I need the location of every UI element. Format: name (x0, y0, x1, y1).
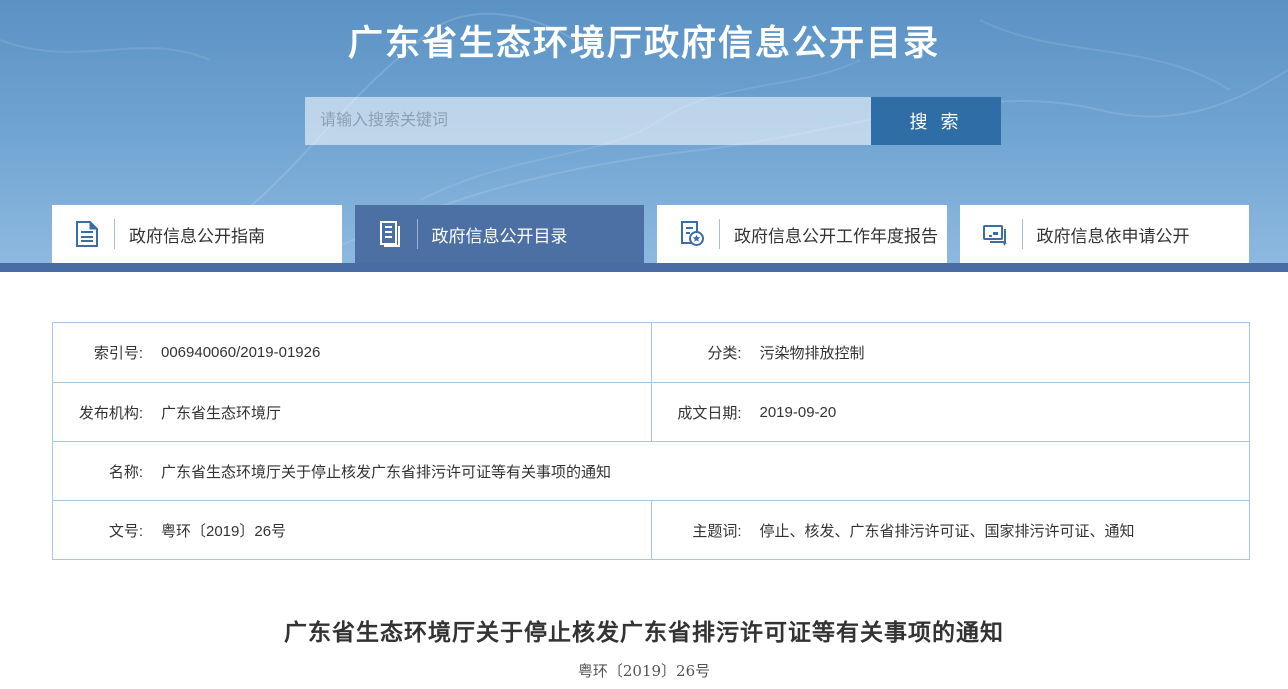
tab-label: 政府信息公开指南 (129, 222, 265, 247)
tab-separator (1022, 219, 1023, 249)
meta-cell-keywords: 主题词: 停止、核发、广东省排污许可证、国家排污许可证、通知 (651, 501, 1250, 559)
annual-report-icon (677, 219, 707, 249)
catalog-icon (375, 219, 405, 249)
meta-value: 广东省生态环境厅 (161, 402, 281, 423)
meta-label: 成文日期: (652, 402, 742, 423)
meta-value: 2019-09-20 (760, 404, 837, 421)
tab-separator (114, 219, 115, 249)
table-row: 发布机构: 广东省生态环境厅 成文日期: 2019-09-20 (53, 382, 1249, 441)
search-bar: 搜 索 (305, 97, 1001, 145)
meta-value: 006940060/2019-01926 (161, 344, 320, 361)
tab-label: 政府信息依申请公开 (1037, 222, 1190, 247)
meta-cell-document-number: 文号: 粤环〔2019〕26号 (53, 501, 651, 559)
meta-label: 分类: (652, 342, 742, 363)
meta-cell-issue-date: 成文日期: 2019-09-20 (651, 383, 1250, 441)
meta-cell-issuing-agency: 发布机构: 广东省生态环境厅 (53, 383, 651, 441)
meta-value: 停止、核发、广东省排污许可证、国家排污许可证、通知 (760, 520, 1135, 541)
document-icon (72, 219, 102, 249)
meta-label: 名称: (53, 461, 143, 482)
tab-separator (417, 219, 418, 249)
tab-annual-report[interactable]: 政府信息公开工作年度报告 (657, 205, 947, 263)
search-input[interactable] (305, 97, 871, 145)
main-content: 索引号: 006940060/2019-01926 分类: 污染物排放控制 发布… (0, 322, 1288, 681)
table-row: 索引号: 006940060/2019-01926 分类: 污染物排放控制 (53, 323, 1249, 382)
meta-label: 主题词: (652, 520, 742, 541)
table-row: 名称: 广东省生态环境厅关于停止核发广东省排污许可证等有关事项的通知 (53, 441, 1249, 500)
meta-label: 发布机构: (53, 402, 143, 423)
page-title: 广东省生态环境厅政府信息公开目录 (0, 15, 1288, 66)
tab-info-disclosure-guide[interactable]: 政府信息公开指南 (52, 205, 342, 263)
tab-info-disclosure-catalog[interactable]: 政府信息公开目录 (355, 205, 645, 263)
meta-value: 广东省生态环境厅关于停止核发广东省排污许可证等有关事项的通知 (161, 461, 611, 482)
tab-separator (719, 219, 720, 249)
accent-bar (0, 263, 1288, 272)
tab-label: 政府信息公开工作年度报告 (734, 222, 938, 247)
meta-value: 污染物排放控制 (760, 342, 865, 363)
meta-cell-index-number: 索引号: 006940060/2019-01926 (53, 323, 651, 382)
document-metadata-table: 索引号: 006940060/2019-01926 分类: 污染物排放控制 发布… (52, 322, 1250, 560)
meta-cell-document-name: 名称: 广东省生态环境厅关于停止核发广东省排污许可证等有关事项的通知 (53, 442, 1249, 500)
meta-label: 文号: (53, 520, 143, 541)
table-row: 文号: 粤环〔2019〕26号 主题词: 停止、核发、广东省排污许可证、国家排污… (53, 500, 1249, 559)
tab-disclosure-upon-request[interactable]: 政府信息依申请公开 (960, 205, 1250, 263)
document-number: 粤环〔2019〕26号 (0, 660, 1288, 681)
meta-cell-category: 分类: 污染物排放控制 (651, 323, 1250, 382)
tab-label: 政府信息公开目录 (432, 222, 568, 247)
page-header: 广东省生态环境厅政府信息公开目录 搜 索 政府信息公开指南 (0, 0, 1288, 263)
search-button[interactable]: 搜 索 (871, 97, 1001, 145)
meta-value: 粤环〔2019〕26号 (161, 520, 286, 541)
document-title: 广东省生态环境厅关于停止核发广东省排污许可证等有关事项的通知 (0, 613, 1288, 647)
application-icon (980, 219, 1010, 249)
tab-bar: 政府信息公开指南 政府信息公开目录 (52, 205, 1249, 263)
meta-label: 索引号: (53, 342, 143, 363)
